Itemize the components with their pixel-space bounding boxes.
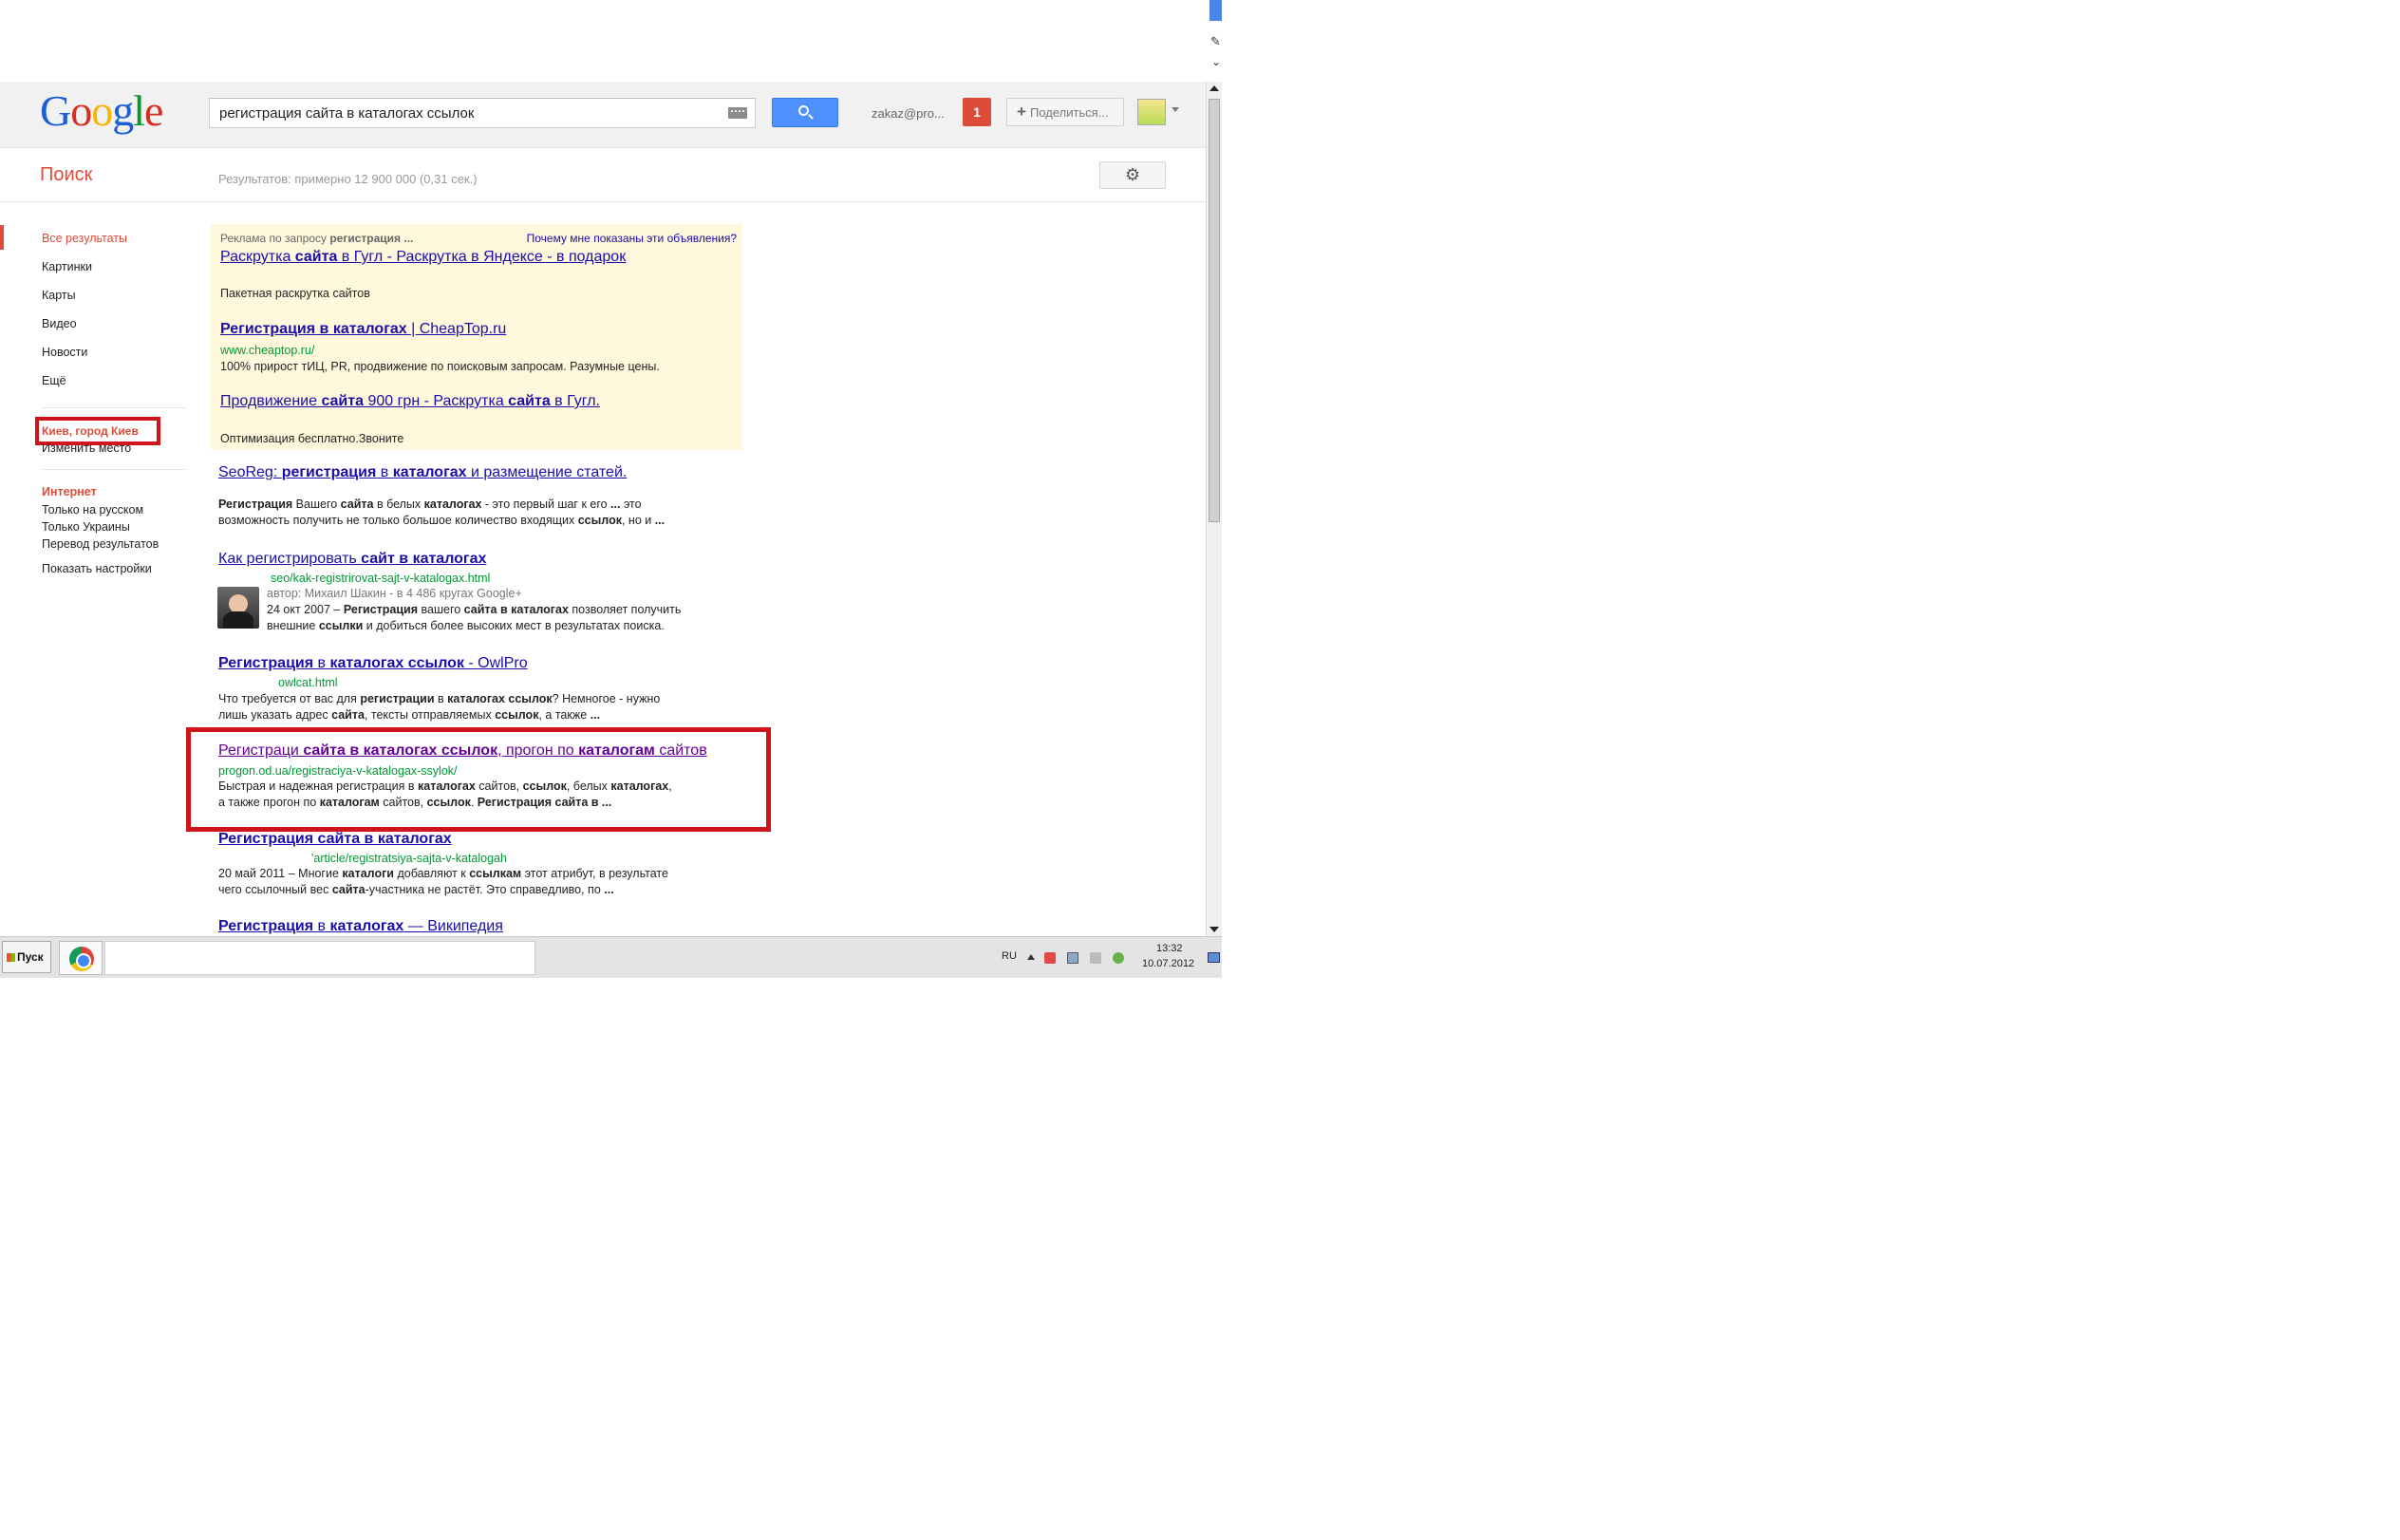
windows-flag-icon — [7, 953, 15, 963]
nav-maps[interactable]: Карты — [42, 289, 76, 302]
result-url: 'article/registratsiya-sajta-v-katalogah — [311, 852, 507, 865]
scroll-down-icon[interactable] — [1209, 927, 1219, 932]
filter-translate[interactable]: Перевод результатов — [42, 537, 159, 551]
result-url: owlcat.html — [278, 676, 338, 689]
divider — [42, 407, 186, 408]
scroll-up-icon[interactable] — [1209, 85, 1219, 91]
internet-heading: Интернет — [42, 485, 97, 498]
result-title[interactable]: SeoReg: регистрация в каталогах и размещ… — [218, 464, 627, 481]
divider — [42, 469, 186, 470]
change-location-link[interactable]: Изменить место — [42, 441, 131, 455]
nav-images[interactable]: Картинки — [42, 260, 92, 273]
wrench-icon[interactable]: ✎ — [1210, 34, 1221, 49]
result-stats: Результатов: примерно 12 900 000 (0,31 с… — [218, 172, 478, 186]
vertical-scrollbar[interactable] — [1206, 82, 1222, 936]
ad-title[interactable]: Раскрутка сайта в Гугл - Раскрутка в Янд… — [220, 249, 626, 266]
result-snippet: возможность получить не только большое к… — [218, 514, 666, 527]
chrome-taskbar-button[interactable] — [59, 941, 103, 975]
result-snippet: лишь указать адрес сайта, тексты отправл… — [218, 708, 601, 722]
settings-button[interactable]: ⚙ — [1099, 161, 1166, 189]
ads-header: Реклама по запросу регистрация ... — [220, 232, 414, 245]
result-snippet: 24 окт 2007 – Регистрация вашего сайта в… — [267, 603, 682, 616]
search-button[interactable] — [772, 98, 838, 127]
ad-snippet: Пакетная раскрутка сайтов — [220, 287, 370, 300]
nav-all-results[interactable]: Все результаты — [42, 232, 127, 245]
nav-more[interactable]: Ещё — [42, 374, 66, 387]
search-box[interactable] — [209, 98, 756, 128]
chrome-icon — [69, 947, 94, 971]
ad-title[interactable]: Регистрация в каталогах | CheapTop.ru — [220, 321, 506, 338]
search-icon — [798, 105, 809, 116]
ad-url: www.cheaptop.ru/ — [220, 344, 315, 357]
show-hidden-icons-icon[interactable] — [1027, 954, 1035, 960]
ad-snippet: Оптимизация бесплатно.Звоните — [220, 432, 404, 445]
taskbar: Пуск RU 13:32 10.07.2012 — [0, 936, 1222, 978]
result-snippet: Что требуется от вас для регистрации в к… — [218, 692, 661, 705]
page-title: Поиск — [40, 164, 93, 185]
ad-title[interactable]: Продвижение сайта 900 грн - Раскрутка са… — [220, 393, 600, 410]
chevron-icon[interactable]: ⌄ — [1211, 55, 1221, 68]
window-icon — [1209, 0, 1222, 21]
show-settings-link[interactable]: Показать настройки — [42, 562, 152, 575]
result-author: автор: Михаил Шакин - в 4 486 кругах Goo… — [267, 587, 522, 600]
search-input[interactable] — [219, 105, 694, 122]
result-title[interactable]: Регистрация сайта в каталогах — [218, 831, 452, 848]
filter-ukraine[interactable]: Только Украины — [42, 520, 130, 534]
gear-icon: ⚙ — [1124, 165, 1141, 184]
result-url: seo/kak-registrirovat-sajt-v-katalogax.h… — [271, 572, 491, 585]
nav-video[interactable]: Видео — [42, 317, 77, 330]
ads-block: Реклама по запросу регистрация ... Почем… — [211, 224, 742, 450]
google-logo[interactable]: Google — [40, 89, 163, 133]
volume-icon[interactable] — [1090, 952, 1101, 964]
google-header: Google zakaz@pro... 1 +Поделиться... — [0, 82, 1206, 148]
result-title[interactable]: Регистрация в каталогах — Википедия — [218, 918, 503, 935]
language-indicator[interactable]: RU — [1002, 950, 1017, 962]
ad-snippet: 100% прирост тИЦ, PR, продвижение по пои… — [220, 360, 660, 373]
search-subheader: Поиск Результатов: примерно 12 900 000 (… — [0, 149, 1206, 202]
show-desktop-button[interactable] — [1208, 952, 1220, 963]
keyboard-icon[interactable] — [728, 107, 747, 119]
clock-time[interactable]: 13:32 — [1156, 943, 1183, 954]
result-title[interactable]: Регистрация в каталогах ссылок - OwlPro — [218, 655, 528, 672]
result-snippet: Регистрация Вашего сайта в белых каталог… — [218, 498, 642, 511]
share-button[interactable]: + Поделиться... — [1006, 98, 1124, 126]
start-button[interactable]: Пуск — [2, 941, 51, 973]
caret-down-icon[interactable] — [1172, 107, 1179, 112]
filter-russian[interactable]: Только на русском — [42, 503, 143, 516]
clock-date[interactable]: 10.07.2012 — [1142, 958, 1194, 969]
app-tray-icon[interactable] — [1113, 952, 1124, 964]
scrollbar-thumb[interactable] — [1209, 99, 1220, 522]
notification-badge[interactable]: 1 — [963, 98, 991, 126]
browser-screen: ✎ ⌄ Google zakaz@pro... 1 +Поделиться...… — [0, 0, 1222, 978]
taskbar-window-area[interactable] — [104, 941, 535, 975]
annotation-highlight-result — [186, 727, 771, 832]
network-icon[interactable] — [1067, 952, 1078, 964]
account-email[interactable]: zakaz@pro... — [872, 106, 945, 121]
result-snippet: чего ссылочный вес сайта-участника не ра… — [218, 883, 614, 896]
ads-why-link[interactable]: Почему мне показаны эти объявления? — [527, 232, 737, 245]
antivirus-icon[interactable] — [1044, 952, 1056, 964]
result-snippet: внешние ссылки и добиться более высоких … — [267, 619, 665, 632]
nav-news[interactable]: Новости — [42, 346, 87, 359]
result-snippet: 20 май 2011 – Многие каталоги добавляют … — [218, 867, 668, 880]
plus-icon: + — [1017, 103, 1026, 121]
author-avatar[interactable] — [217, 587, 259, 629]
active-indicator — [0, 225, 4, 250]
avatar[interactable] — [1137, 99, 1166, 125]
result-title[interactable]: Как регистрировать сайт в каталогах — [218, 551, 486, 568]
share-label: Поделиться... — [1029, 105, 1109, 120]
